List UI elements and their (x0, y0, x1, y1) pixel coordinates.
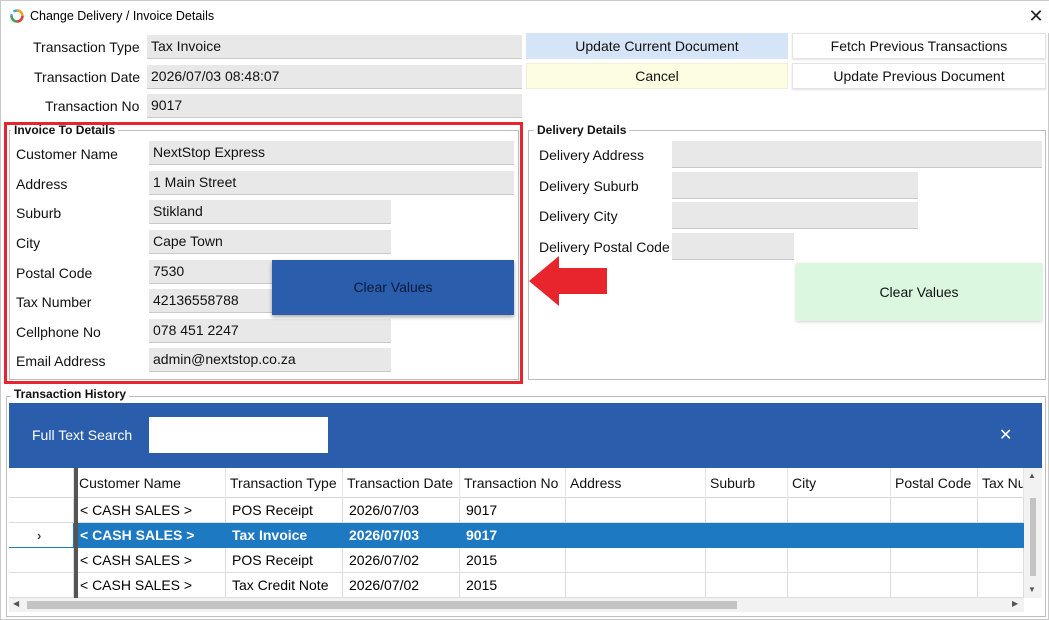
update-current-document-button[interactable]: Update Current Document (526, 33, 788, 59)
grid-header: Customer Name Transaction Type Transacti… (9, 468, 1024, 498)
table-row-selected[interactable]: › < CASH SALES > Tax Invoice 2026/07/03 … (9, 523, 1024, 548)
cell-address (566, 498, 706, 523)
cell-tax-number (978, 573, 1024, 598)
cell-type: Tax Credit Note (226, 573, 343, 598)
window-title: Change Delivery / Invoice Details (30, 9, 215, 23)
transaction-history-legend: Transaction History (11, 387, 130, 401)
row-selector-cell[interactable] (9, 573, 74, 598)
scroll-left-icon[interactable]: ◀ (13, 599, 19, 608)
cell-postal-code (891, 523, 978, 548)
delivery-postal-code-label: Delivery Postal Code (539, 239, 670, 255)
scroll-up-icon[interactable]: ▲ (1028, 471, 1036, 480)
cell-suburb (706, 573, 788, 598)
row-selector-cell[interactable] (9, 548, 74, 573)
col-address[interactable]: Address (566, 468, 706, 498)
transaction-type-field: Tax Invoice (147, 35, 522, 59)
transaction-date-field: 2026/07/03 08:48:07 (147, 65, 522, 89)
cell-postal-code (891, 498, 978, 523)
transaction-no-label: Transaction No (45, 98, 140, 114)
cell-city (788, 573, 891, 598)
cell-date: 2026/07/03 (343, 498, 460, 523)
highlight-box (4, 122, 523, 384)
history-search-bar: Full Text Search ✕ (9, 403, 1042, 468)
row-selector-header (9, 468, 74, 498)
horizontal-scroll-thumb[interactable] (27, 601, 737, 609)
cell-suburb (706, 548, 788, 573)
cell-city (788, 523, 891, 548)
cell-no: 2015 (460, 573, 566, 598)
cell-tax-number (978, 548, 1024, 573)
table-row[interactable]: < CASH SALES > POS Receipt 2026/07/03 90… (9, 498, 1024, 523)
cell-type: Tax Invoice (226, 523, 343, 548)
cell-postal-code (891, 573, 978, 598)
cell-customer: < CASH SALES > (74, 523, 226, 548)
change-delivery-dialog: Change Delivery / Invoice Details ✕ Tran… (0, 0, 1049, 620)
cell-type: POS Receipt (226, 548, 343, 573)
cancel-button[interactable]: Cancel (526, 63, 788, 89)
delivery-details-legend: Delivery Details (534, 123, 630, 137)
cell-customer: < CASH SALES > (74, 498, 226, 523)
col-city[interactable]: City (788, 468, 891, 498)
col-customer-name[interactable]: Customer Name (74, 468, 226, 498)
transaction-date-label: Transaction Date (34, 69, 141, 85)
row-pointer-icon: › (37, 528, 42, 543)
cell-tax-number (978, 523, 1024, 548)
row-selector-cell[interactable]: › (9, 523, 74, 548)
app-logo-icon (10, 9, 24, 23)
row-selector-cell[interactable] (9, 498, 74, 523)
cell-no: 9017 (460, 498, 566, 523)
full-text-search-input[interactable] (149, 417, 328, 453)
transaction-no-field: 9017 (147, 94, 522, 118)
delivery-address-label: Delivery Address (539, 147, 645, 163)
col-transaction-type[interactable]: Transaction Type (226, 468, 343, 498)
cell-tax-number (978, 498, 1024, 523)
frozen-column-divider (74, 468, 78, 598)
col-transaction-date[interactable]: Transaction Date (343, 468, 460, 498)
cell-postal-code (891, 548, 978, 573)
transaction-type-label: Transaction Type (33, 39, 140, 55)
scroll-down-icon[interactable]: ▼ (1028, 585, 1036, 594)
col-postal-code[interactable]: Postal Code (891, 468, 978, 498)
table-row[interactable]: < CASH SALES > POS Receipt 2026/07/02 20… (9, 548, 1024, 573)
delivery-postal-code-input[interactable] (672, 233, 794, 260)
title-bar: Change Delivery / Invoice Details ✕ (1, 1, 1049, 33)
horizontal-scrollbar[interactable]: ◀ ▶ (9, 598, 1024, 612)
vertical-scroll-thumb[interactable] (1030, 498, 1036, 576)
delivery-suburb-input[interactable] (672, 172, 918, 199)
col-transaction-no[interactable]: Transaction No (460, 468, 566, 498)
cell-customer: < CASH SALES > (74, 548, 226, 573)
delivery-suburb-label: Delivery Suburb (539, 178, 639, 194)
fetch-previous-transactions-button[interactable]: Fetch Previous Transactions (792, 33, 1046, 59)
cell-city (788, 498, 891, 523)
cell-address (566, 548, 706, 573)
cell-suburb (706, 523, 788, 548)
cell-address (566, 523, 706, 548)
delivery-city-label: Delivery City (539, 208, 618, 224)
cell-customer: < CASH SALES > (74, 573, 226, 598)
cell-city (788, 548, 891, 573)
cell-date: 2026/07/02 (343, 573, 460, 598)
cell-address (566, 573, 706, 598)
delivery-address-input[interactable] (672, 141, 1042, 168)
col-tax-number[interactable]: Tax Nu (978, 468, 1024, 498)
transaction-history-grid: Customer Name Transaction Type Transacti… (9, 468, 1042, 598)
cell-type: POS Receipt (226, 498, 343, 523)
update-previous-document-button[interactable]: Update Previous Document (792, 63, 1046, 89)
col-suburb[interactable]: Suburb (706, 468, 788, 498)
clear-delivery-values-button[interactable]: Clear Values (796, 263, 1042, 321)
cell-no: 2015 (460, 548, 566, 573)
close-window-icon[interactable]: ✕ (1025, 4, 1047, 28)
full-text-search-label: Full Text Search (32, 427, 133, 443)
scroll-right-icon[interactable]: ▶ (1012, 599, 1018, 608)
table-row[interactable]: < CASH SALES > Tax Credit Note 2026/07/0… (9, 573, 1024, 598)
cell-date: 2026/07/03 (343, 523, 460, 548)
cell-no: 9017 (460, 523, 566, 548)
cell-suburb (706, 498, 788, 523)
vertical-scrollbar[interactable]: ▲ ▼ (1024, 468, 1042, 598)
delivery-city-input[interactable] (672, 202, 918, 229)
cell-date: 2026/07/02 (343, 548, 460, 573)
clear-search-icon[interactable]: ✕ (999, 425, 1012, 445)
